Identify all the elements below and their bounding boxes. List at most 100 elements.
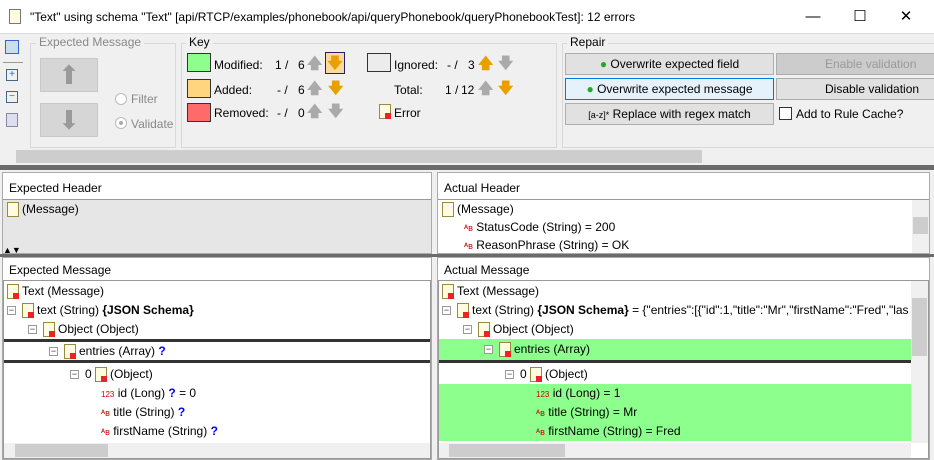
horizontal-scrollbar[interactable] <box>439 443 911 458</box>
total-total: 12 <box>461 83 475 97</box>
overwrite-message-button[interactable]: ● Overwrite expected message <box>565 78 774 100</box>
copy-icon[interactable] <box>6 113 18 127</box>
close-button[interactable]: ✕ <box>883 4 929 30</box>
add-to-cache-checkbox[interactable] <box>779 107 792 120</box>
document-icon <box>9 9 21 24</box>
removed-prev-icon[interactable]: 🡅 <box>307 101 322 126</box>
actual-header-tree[interactable]: (Message) ᴬʙ StatusCode (String) = 200 ᴬ… <box>438 199 929 253</box>
selected-row[interactable]: − entries (Array) <box>439 339 911 363</box>
tree-node[interactable]: Text (Message) <box>457 284 539 298</box>
regex-button[interactable]: [a-z]* Replace with regex match <box>565 103 774 125</box>
disable-validation-button[interactable]: Disable validation <box>776 78 934 100</box>
removed-current: - / <box>277 106 288 120</box>
disable-validation-label: Disable validation <box>825 82 920 96</box>
added-next-icon[interactable]: 🡇 <box>328 78 343 103</box>
string-icon: ᴬʙ <box>464 241 473 251</box>
enable-validation-button[interactable]: Enable validation <box>776 53 934 75</box>
removed-next-icon[interactable]: 🡇 <box>328 101 343 126</box>
collapse-all-icon[interactable]: − <box>6 91 18 103</box>
ignored-next-icon[interactable]: 🡇 <box>498 53 513 78</box>
message-icon <box>7 202 19 218</box>
collapse-toggle[interactable]: − <box>70 370 79 380</box>
error-icon <box>530 367 543 383</box>
schema-label: {JSON Schema} <box>537 303 629 317</box>
total-next-icon[interactable]: 🡇 <box>498 78 513 103</box>
collapse-toggle[interactable]: − <box>7 306 16 316</box>
divider <box>0 165 934 170</box>
repair-group-label: Repair <box>567 35 609 49</box>
tree-node[interactable]: (Object) <box>545 367 588 381</box>
tree-node[interactable]: (Object) <box>110 367 153 381</box>
total-label: Total: <box>394 83 423 97</box>
minimize-button[interactable]: — <box>790 4 836 30</box>
tree-node[interactable]: title (String) <box>113 405 178 419</box>
expected-message-tree[interactable]: Text (Message) − text (String) {JSON Sche… <box>3 280 431 459</box>
expected-message-panel: Expected Message Text (Message) − text (S… <box>2 257 432 460</box>
actual-header-panel: Actual Header (Message) ᴬʙ StatusCode (S… <box>437 172 930 254</box>
error-icon <box>22 303 34 319</box>
unmatched-marker: ? <box>158 344 166 358</box>
collapse-toggle[interactable]: − <box>442 306 451 316</box>
collapse-toggle[interactable]: − <box>463 325 472 335</box>
previous-button[interactable]: ⬆ <box>40 58 98 92</box>
removed-swatch <box>187 103 211 122</box>
error-icon <box>64 344 76 360</box>
add-to-cache-label: Add to Rule Cache? <box>796 107 904 121</box>
tree-node[interactable]: (Message) <box>457 202 514 216</box>
modified-next-icon[interactable]: 🡇 <box>325 52 345 74</box>
tree-node[interactable]: id (Long) = 1 <box>553 386 621 400</box>
tree-node[interactable]: id (Long) <box>118 386 169 400</box>
scrollbar-thumb[interactable] <box>16 150 702 163</box>
tree-node[interactable]: text (String) <box>472 303 537 317</box>
error-view-icon[interactable] <box>5 40 19 54</box>
total-prev-icon[interactable]: 🡅 <box>478 78 493 103</box>
tree-node[interactable]: firstName (String) <box>113 424 210 438</box>
collapse-toggle[interactable]: − <box>49 347 58 357</box>
filter-label: Filter <box>131 92 158 106</box>
validate-label: Validate <box>131 117 174 131</box>
tree-node[interactable]: (Message) <box>22 202 79 216</box>
filter-radio[interactable] <box>115 93 127 105</box>
tree-node[interactable]: Object (Object) <box>58 322 139 336</box>
added-prev-icon[interactable]: 🡅 <box>307 78 322 103</box>
vertical-scrollbar[interactable] <box>912 200 929 253</box>
tree-node[interactable]: entries (Array) <box>514 342 590 356</box>
tree-node[interactable]: text (String) <box>37 303 102 317</box>
tree-node[interactable]: entries (Array) <box>79 344 158 358</box>
collapse-toggle[interactable]: − <box>484 345 493 355</box>
validate-radio[interactable] <box>115 117 127 129</box>
horizontal-scrollbar[interactable] <box>4 443 430 458</box>
maximize-button[interactable]: ☐ <box>837 4 883 30</box>
ignored-total: 3 <box>468 58 475 72</box>
actual-message-tree[interactable]: Text (Message) − text (String) {JSON Sche… <box>438 280 929 459</box>
regex-label: Replace with regex match <box>612 107 751 121</box>
selected-row[interactable]: − entries (Array) ? <box>4 339 430 363</box>
unmatched-marker: ? <box>177 405 186 419</box>
collapse-toggle[interactable]: − <box>505 370 514 380</box>
expected-message-title: Expected Message <box>3 258 431 282</box>
collapse-toggle[interactable]: − <box>28 325 37 335</box>
expected-header-tree[interactable]: (Message) <box>3 199 431 253</box>
tree-node[interactable]: StatusCode (String) = 200 <box>476 220 615 234</box>
next-button[interactable]: ⬇ <box>40 103 98 137</box>
error-icon <box>478 322 490 338</box>
actual-message-title: Actual Message <box>438 258 929 282</box>
tree-node[interactable]: ReasonPhrase (String) = OK <box>476 238 629 252</box>
tree-node[interactable]: firstName (String) = Fred <box>548 424 680 438</box>
modified-current: 1 / <box>275 58 289 72</box>
error-icon <box>95 367 108 383</box>
toolbar-scrollbar[interactable] <box>0 148 930 165</box>
vertical-scrollbar[interactable] <box>911 281 928 443</box>
overwrite-field-button[interactable]: ● Overwrite expected field <box>565 53 774 75</box>
expand-all-icon[interactable]: + <box>6 69 18 81</box>
ignored-prev-icon[interactable]: 🡅 <box>478 53 493 78</box>
ignored-label: Ignored: <box>394 58 439 72</box>
tree-node[interactable]: Object (Object) <box>493 322 574 336</box>
ignored-current: - / <box>447 58 458 72</box>
overwrite-field-label: Overwrite expected field <box>610 57 740 71</box>
tree-node[interactable]: Text (Message) <box>22 284 104 298</box>
title-bar: "Text" using schema "Text" [api/RTCP/exa… <box>0 0 934 34</box>
modified-prev-icon[interactable]: 🡅 <box>307 53 322 78</box>
tree-node[interactable]: title (String) = Mr <box>548 405 637 419</box>
tree-index: 0 <box>520 367 531 381</box>
